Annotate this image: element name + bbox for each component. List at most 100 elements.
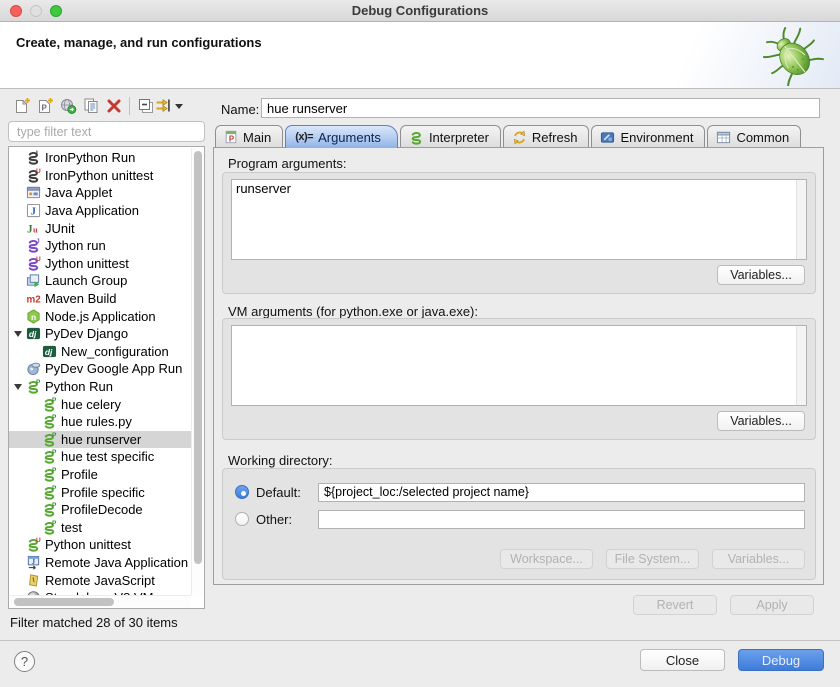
config-tree: IIronPython RunUIronPython unittestJava … bbox=[9, 149, 191, 606]
tree-item-label: hue celery bbox=[61, 397, 121, 412]
other-radio[interactable] bbox=[235, 512, 249, 526]
tree-item-remote-javascript[interactable]: Remote JavaScript bbox=[9, 571, 191, 589]
tree-item-label: Launch Group bbox=[45, 273, 127, 288]
revert-button[interactable]: Revert bbox=[633, 595, 717, 615]
export-config-icon bbox=[59, 97, 77, 115]
tab-main[interactable]: PMain bbox=[215, 125, 283, 148]
tree-vertical-scrollbar[interactable] bbox=[191, 148, 203, 595]
expand-triangle-icon[interactable] bbox=[14, 331, 25, 337]
svg-text:P: P bbox=[51, 467, 56, 474]
tree-item-maven-build[interactable]: m2Maven Build bbox=[9, 290, 191, 308]
tree-item-hue-runserver[interactable]: Phue runserver bbox=[9, 431, 191, 449]
svg-text:P: P bbox=[229, 134, 234, 143]
python-run-icon: P bbox=[41, 520, 57, 535]
tree-item-label: JUnit bbox=[45, 221, 75, 236]
tree-item-ironpython-run[interactable]: IIronPython Run bbox=[9, 149, 191, 167]
hscroll-thumb[interactable] bbox=[14, 598, 114, 606]
filter-icon bbox=[155, 97, 173, 115]
tree-item-java-application[interactable]: JJava Application bbox=[9, 202, 191, 220]
working-directory-label: Working directory: bbox=[228, 453, 333, 468]
help-button[interactable]: ? bbox=[14, 651, 35, 672]
django-icon: dj bbox=[41, 344, 57, 359]
tree-item-hue-celery[interactable]: Phue celery bbox=[9, 395, 191, 413]
remote-js-icon bbox=[25, 573, 41, 588]
program-arguments-group: runserver Variables... bbox=[222, 172, 816, 294]
footer-bar: ? Close Debug bbox=[0, 640, 840, 687]
textarea-scrollbar[interactable] bbox=[796, 180, 806, 259]
tree-item-hue-test-specific[interactable]: Phue test specific bbox=[9, 448, 191, 466]
filter-input[interactable] bbox=[8, 121, 205, 142]
directory-variables-button[interactable]: Variables... bbox=[712, 549, 805, 569]
tree-item-launch-group[interactable]: Launch Group bbox=[9, 272, 191, 290]
tree-item-java-applet[interactable]: Java Applet bbox=[9, 184, 191, 202]
gae-icon bbox=[25, 361, 41, 376]
vm-arguments-variables-button[interactable]: Variables... bbox=[717, 411, 805, 431]
svg-text:P: P bbox=[51, 520, 56, 527]
debug-button[interactable]: Debug bbox=[738, 649, 824, 671]
tree-item-python-run[interactable]: PPython Run bbox=[9, 378, 191, 396]
tree-item-junit[interactable]: JuJUnit bbox=[9, 219, 191, 237]
tab-label: Arguments bbox=[318, 130, 381, 145]
tree-item-hue-rules-py[interactable]: Phue rules.py bbox=[9, 413, 191, 431]
tree-item-jython-run[interactable]: JJython run bbox=[9, 237, 191, 255]
name-label: Name: bbox=[221, 102, 259, 117]
tab-common[interactable]: Common bbox=[707, 125, 801, 148]
svg-text:P: P bbox=[51, 414, 56, 421]
expand-triangle-icon[interactable] bbox=[14, 384, 25, 390]
tree-item-label: IronPython unittest bbox=[45, 168, 153, 183]
python-run-icon: P bbox=[41, 485, 57, 500]
collapse-all-icon bbox=[137, 97, 155, 115]
svg-text:U: U bbox=[35, 537, 40, 544]
tree-item-profile[interactable]: PProfile bbox=[9, 466, 191, 484]
file-system-button[interactable]: File System... bbox=[606, 549, 699, 569]
java-application-icon: J bbox=[25, 203, 41, 218]
tab-refresh[interactable]: Refresh bbox=[503, 125, 590, 148]
tab-interpreter[interactable]: Interpreter bbox=[400, 125, 501, 148]
default-radio[interactable] bbox=[235, 485, 249, 499]
tree-item-jython-unittest[interactable]: UJython unittest bbox=[9, 255, 191, 273]
workspace-button[interactable]: Workspace... bbox=[500, 549, 593, 569]
tab-arguments[interactable]: (x)= Arguments bbox=[285, 125, 398, 148]
default-directory-row: Default: bbox=[235, 482, 805, 502]
export-launch-configurations-button[interactable] bbox=[56, 95, 79, 117]
tree-item-remote-java-application[interactable]: JRemote Java Application bbox=[9, 554, 191, 572]
filter-launch-configurations-button[interactable] bbox=[157, 95, 180, 117]
nodejs-icon: n bbox=[25, 309, 41, 324]
tree-item-pydev-google-app-run[interactable]: PyDev Google App Run bbox=[9, 360, 191, 378]
tree-item-pydev-django[interactable]: djPyDev Django bbox=[9, 325, 191, 343]
tree-item-profiledecode[interactable]: PProfileDecode bbox=[9, 501, 191, 519]
tree-item-python-unittest[interactable]: UPython unittest bbox=[9, 536, 191, 554]
new-launch-configuration-button[interactable] bbox=[10, 95, 33, 117]
tab-label: Interpreter bbox=[429, 130, 489, 145]
duplicate-icon bbox=[82, 97, 100, 115]
tree-item-label: New_configuration bbox=[61, 344, 169, 359]
python-run-icon: P bbox=[25, 379, 41, 394]
svg-text:P: P bbox=[41, 104, 47, 113]
close-button[interactable]: Close bbox=[640, 649, 725, 671]
program-arguments-textarea[interactable]: runserver bbox=[231, 179, 807, 260]
tree-item-test[interactable]: Ptest bbox=[9, 518, 191, 536]
ironpython-unittest-icon: U bbox=[25, 168, 41, 183]
arguments-tab-icon: (x)= bbox=[295, 131, 313, 143]
vscroll-thumb[interactable] bbox=[194, 151, 202, 564]
name-input[interactable] bbox=[261, 98, 820, 118]
tree-item-node-js-application[interactable]: nNode.js Application bbox=[9, 307, 191, 325]
working-directory-group: Default: Other: Workspace... File System… bbox=[222, 468, 816, 580]
textarea-scrollbar[interactable] bbox=[796, 326, 806, 405]
default-directory-input[interactable] bbox=[318, 483, 805, 502]
new-launch-prototype-button[interactable]: P bbox=[33, 95, 56, 117]
tree-horizontal-scrollbar[interactable] bbox=[10, 595, 191, 607]
vm-arguments-textarea[interactable] bbox=[231, 325, 807, 406]
svg-text:J: J bbox=[26, 223, 32, 235]
tab-environment[interactable]: Environment bbox=[591, 125, 705, 148]
other-directory-input[interactable] bbox=[318, 510, 805, 529]
tree-item-profile-specific[interactable]: PProfile specific bbox=[9, 483, 191, 501]
program-arguments-variables-button[interactable]: Variables... bbox=[717, 265, 805, 285]
delete-launch-configuration-button[interactable] bbox=[102, 95, 125, 117]
python-run-icon: P bbox=[41, 502, 57, 517]
ironpython-run-icon: I bbox=[25, 150, 41, 165]
duplicate-launch-configuration-button[interactable] bbox=[79, 95, 102, 117]
apply-button[interactable]: Apply bbox=[730, 595, 814, 615]
tree-item-new-configuration[interactable]: dj New_configuration bbox=[9, 343, 191, 361]
tree-item-ironpython-unittest[interactable]: U IronPython unittest bbox=[9, 167, 191, 185]
